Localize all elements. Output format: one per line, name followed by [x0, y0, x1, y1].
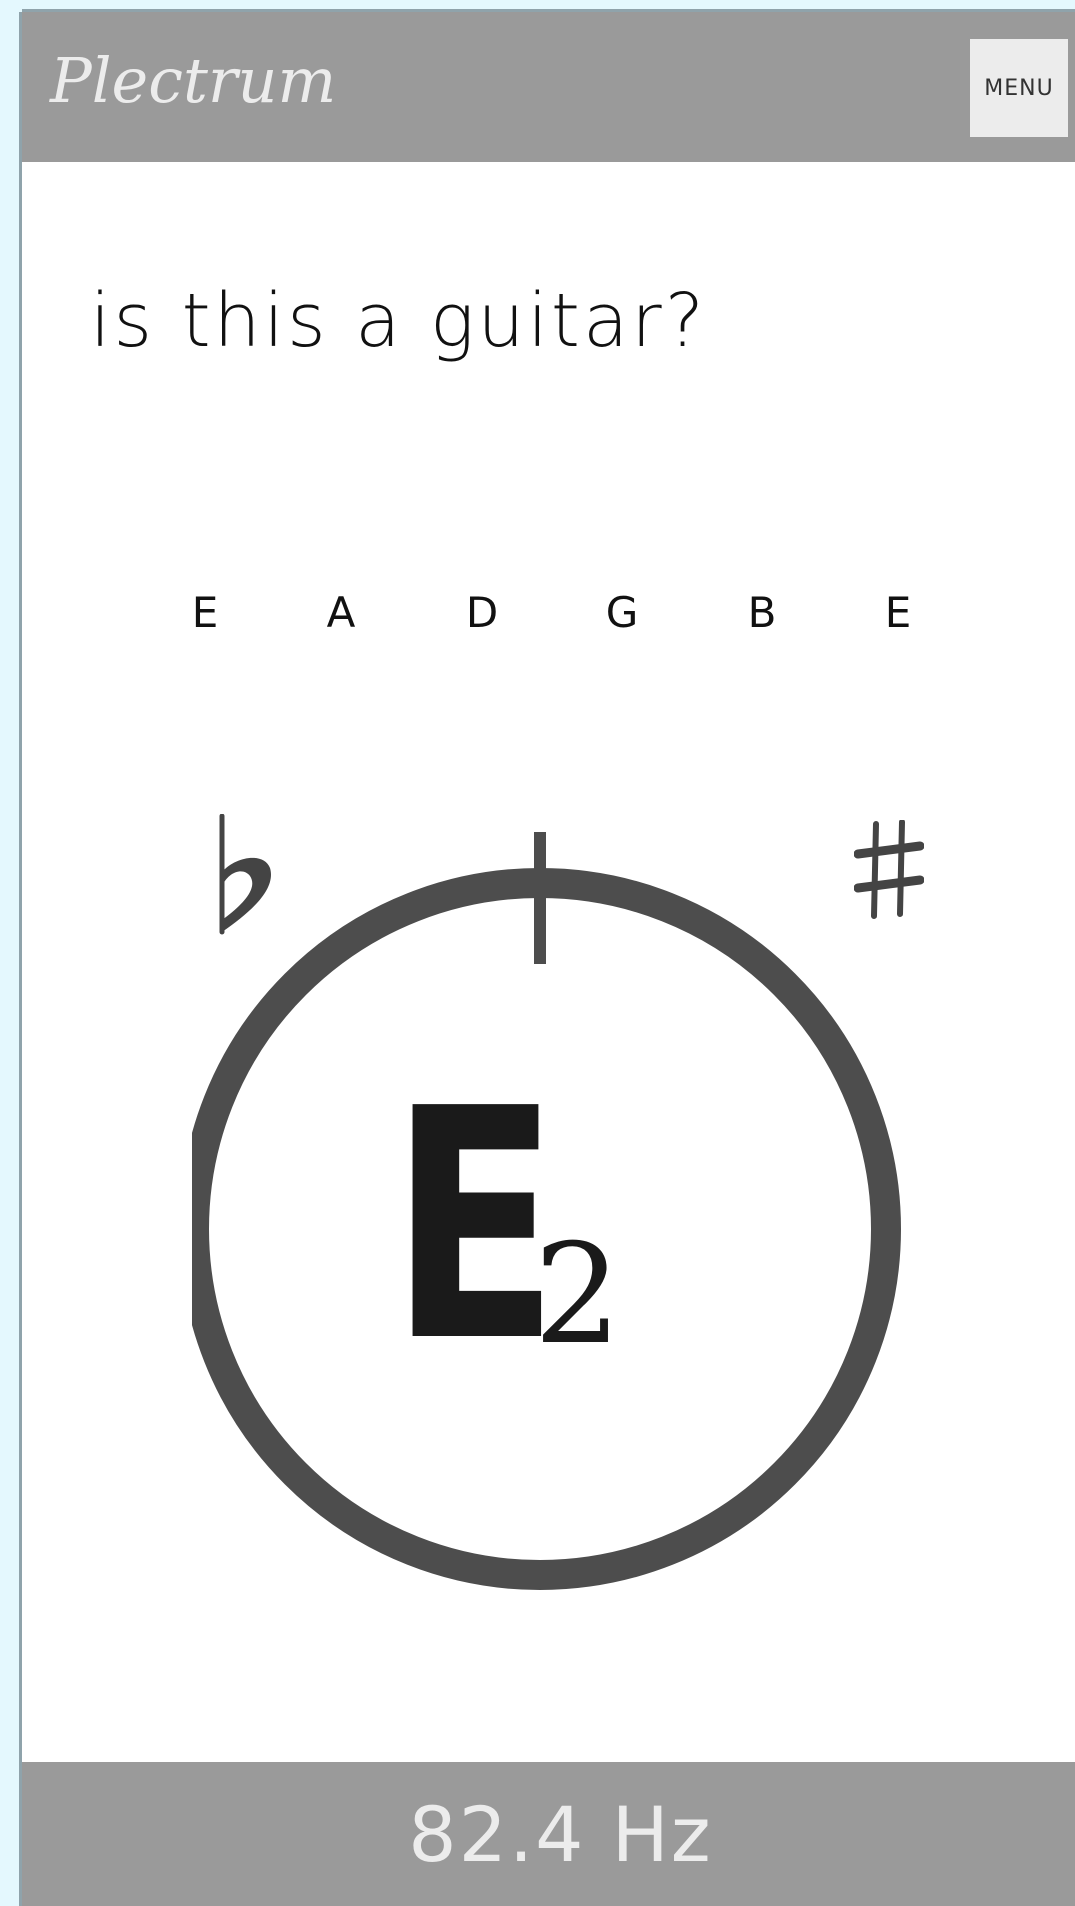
- top-bar: Plectrum MENU: [22, 12, 1075, 162]
- frequency-readout: 82.4 Hz: [408, 1789, 713, 1879]
- bottom-bar: 82.4 Hz: [22, 1762, 1075, 1906]
- string-button-2[interactable]: A: [311, 582, 371, 642]
- string-button-3[interactable]: D: [452, 582, 512, 642]
- app-frame: Plectrum MENU is this a guitar? E A D G …: [22, 12, 1075, 1906]
- note-octave: 2: [533, 1214, 622, 1375]
- instrument-question: is this a guitar?: [90, 278, 707, 364]
- string-button-4[interactable]: G: [592, 582, 652, 642]
- app-title: Plectrum: [50, 44, 337, 117]
- tuning-needle: [534, 832, 546, 964]
- string-button-6[interactable]: E: [868, 582, 928, 642]
- string-selector: E A D G B E: [22, 582, 1075, 642]
- string-button-1[interactable]: E: [175, 582, 235, 642]
- string-button-5[interactable]: B: [732, 582, 792, 642]
- detected-note: E2: [222, 1067, 742, 1385]
- menu-button[interactable]: MENU: [970, 39, 1068, 137]
